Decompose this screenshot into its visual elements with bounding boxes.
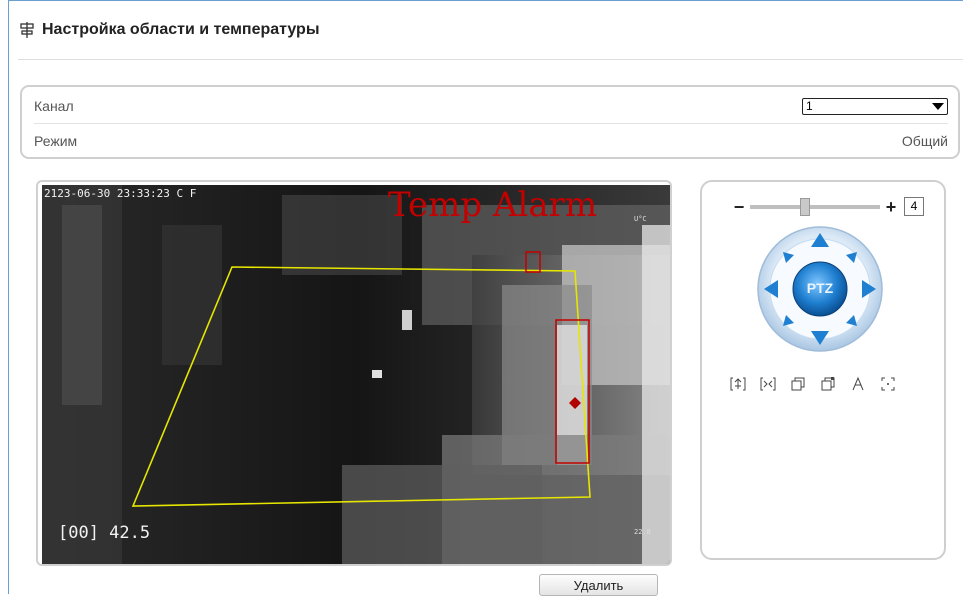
ptz-direction-pad: PTZ xyxy=(756,225,884,353)
focus-icon[interactable] xyxy=(880,376,896,392)
temperature-reading: [00] 42.5 xyxy=(58,523,151,543)
delete-button[interactable]: Удалить xyxy=(539,574,658,596)
mode-label: Режим xyxy=(34,133,78,149)
channel-select[interactable]: 1 xyxy=(802,97,948,115)
zoom-control: − + 4 xyxy=(732,197,924,216)
ptz-toolbar xyxy=(730,376,896,392)
window-alt-icon[interactable] xyxy=(820,376,836,392)
page-header: Настройка области и температуры xyxy=(18,10,320,50)
channel-row: Канал 1 xyxy=(34,89,948,124)
zoom-slider-thumb[interactable] xyxy=(800,197,810,216)
zoom-in-button[interactable]: + xyxy=(884,198,898,216)
zoom-out-icon[interactable] xyxy=(760,376,776,392)
video-timestamp: 2123-06-30 23:33:23 C F xyxy=(44,187,197,200)
video-container: 2123-06-30 23:33:23 C F Temp Alarm U°C [… xyxy=(36,180,672,566)
corner-readout-top: U°C xyxy=(634,215,647,223)
channel-select-value: 1 xyxy=(806,99,813,113)
settings-pin-icon xyxy=(18,21,36,39)
ptz-panel: − + 4 PTZ xyxy=(700,180,946,560)
zoom-out-button[interactable]: − xyxy=(732,198,746,216)
ptz-center-button[interactable]: PTZ xyxy=(793,280,847,296)
zoom-in-icon[interactable] xyxy=(730,376,746,392)
title-divider xyxy=(18,59,963,60)
channel-label: Канал xyxy=(34,98,74,114)
mode-row: Режим Общий xyxy=(34,124,948,158)
zoom-slider[interactable] xyxy=(750,197,880,216)
font-icon[interactable] xyxy=(850,376,866,392)
page-title: Настройка области и температуры xyxy=(42,21,320,38)
video-scene xyxy=(42,185,670,564)
mode-value: Общий xyxy=(901,133,948,149)
settings-panel: Канал 1 Режим Общий xyxy=(20,85,960,159)
thermal-video-feed[interactable]: 2123-06-30 23:33:23 C F Temp Alarm U°C [… xyxy=(42,185,670,564)
dropdown-arrow-icon xyxy=(932,102,944,110)
temp-alarm-label: Temp Alarm xyxy=(388,185,598,225)
zoom-value: 4 xyxy=(904,197,924,216)
corner-readout-bottom: 22.8 xyxy=(634,528,651,536)
window-icon[interactable] xyxy=(790,376,806,392)
